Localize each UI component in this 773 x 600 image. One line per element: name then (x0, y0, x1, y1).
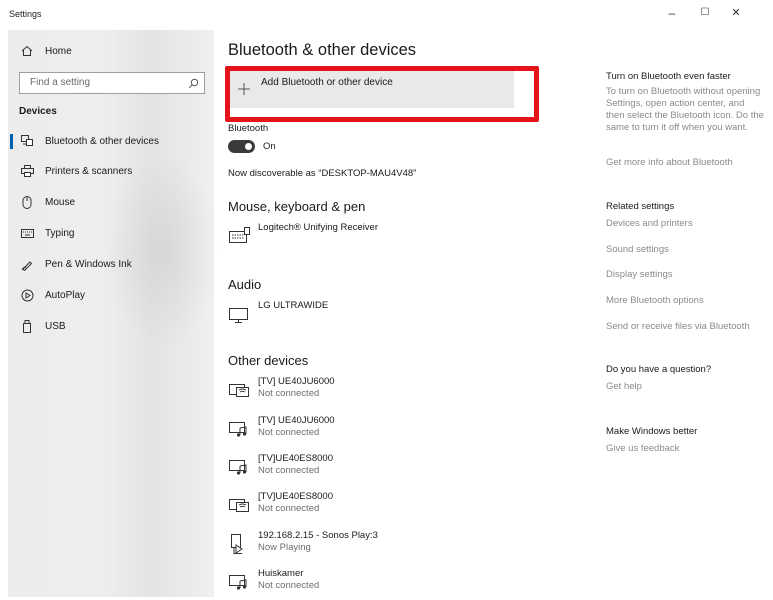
minimize-button[interactable]: – (660, 6, 684, 20)
devices-and-printers-link[interactable]: Devices and printers (606, 218, 693, 229)
search-input[interactable] (28, 76, 182, 89)
bluetooth-label: Bluetooth (228, 123, 269, 134)
sidebar-item-bluetooth[interactable]: Bluetooth & other devices (8, 128, 214, 154)
sidebar-item-label: AutoPlay (45, 289, 86, 301)
usb-icon (20, 319, 34, 333)
pen-icon (20, 257, 34, 271)
device-status: Not connected (258, 465, 320, 476)
send-receive-files-link[interactable]: Send or receive files via Bluetooth (606, 321, 750, 332)
add-device-button[interactable]: Add Bluetooth or other device (230, 70, 514, 108)
sidebar-item-pen[interactable]: Pen & Windows Ink (8, 251, 214, 277)
more-bluetooth-options-link[interactable]: More Bluetooth options (606, 295, 704, 306)
bluetooth-state: On (263, 141, 276, 152)
home-icon (20, 44, 34, 58)
sidebar-item-home[interactable]: Home (8, 38, 214, 64)
discoverable-text: Now discoverable as “DESKTOP-MAU4V48” (228, 168, 417, 179)
sidebar-item-label: Home (45, 45, 72, 57)
network-tv-icon (228, 379, 252, 399)
device-tv-ue40es8000-1[interactable]: [TV]UE40ES8000 Not connected (228, 453, 488, 485)
device-name: 192.168.2.15 - Sonos Play:3 (258, 530, 378, 541)
monitor-icon (228, 303, 252, 323)
bluetooth-info-link[interactable]: Get more info about Bluetooth (606, 157, 733, 168)
sidebar-item-label: USB (45, 320, 66, 332)
search-icon (188, 76, 199, 94)
device-logitech-receiver[interactable]: Logitech® Unifying Receiver (228, 222, 488, 254)
display-settings-link[interactable]: Display settings (606, 269, 673, 280)
section-audio: Audio (228, 277, 262, 292)
device-tv-ue40ju6000-1[interactable]: [TV] UE40JU6000 Not connected (228, 376, 488, 408)
device-name: [TV] UE40JU6000 (258, 415, 335, 426)
give-feedback-link[interactable]: Give us feedback (606, 443, 679, 454)
device-tv-ue40es8000-2[interactable]: [TV]UE40ES8000 Not connected (228, 491, 488, 523)
media-device-icon (228, 418, 252, 438)
get-help-link[interactable]: Get help (606, 381, 642, 392)
device-tv-ue40ju6000-2[interactable]: [TV] UE40JU6000 Not connected (228, 415, 488, 447)
device-lg-ultrawide[interactable]: LG ULTRAWIDE (228, 300, 488, 332)
speaker-play-icon (228, 533, 252, 554)
device-huiskamer[interactable]: Huiskamer Not connected (228, 568, 488, 600)
sidebar-item-label: Mouse (45, 196, 76, 208)
device-name: [TV] UE40JU6000 (258, 376, 335, 387)
sidebar-item-label: Bluetooth & other devices (45, 135, 159, 147)
maximize-button[interactable]: ☐ (693, 7, 717, 18)
sidebar-item-label: Printers & scanners (45, 165, 133, 177)
add-device-label: Add Bluetooth or other device (261, 77, 393, 88)
bluetooth-toggle[interactable] (228, 140, 255, 153)
section-label-devices: Devices (19, 106, 57, 117)
network-tv-icon (228, 494, 252, 514)
printer-icon (20, 164, 34, 178)
section-mouse-keyboard-pen: Mouse, keyboard & pen (228, 199, 366, 214)
tip-text: To turn on Bluetooth without opening Set… (606, 86, 764, 133)
device-name: [TV]UE40ES8000 (258, 453, 333, 464)
plus-icon (236, 81, 252, 102)
device-status: Not connected (258, 388, 320, 399)
mouse-icon (20, 195, 34, 209)
media-device-icon (228, 456, 252, 476)
title-bar: Settings – ☐ ✕ (0, 0, 773, 32)
tip-heading: Turn on Bluetooth even faster (606, 71, 731, 82)
sidebar-item-autoplay[interactable]: AutoPlay (8, 282, 214, 308)
sidebar-item-mouse[interactable]: Mouse (8, 189, 214, 215)
device-name: Logitech® Unifying Receiver (258, 222, 379, 233)
sound-settings-link[interactable]: Sound settings (606, 244, 669, 255)
device-status: Not connected (258, 503, 320, 514)
device-status: Not connected (258, 427, 320, 438)
sidebar: Home Devices Bluetooth & other devices P… (8, 30, 218, 597)
device-status: Not connected (258, 580, 320, 591)
close-button[interactable]: ✕ (724, 6, 748, 19)
bluetooth-devices-icon (20, 134, 34, 148)
toggle-knob (245, 143, 252, 150)
keyboard-device-icon (228, 225, 252, 245)
sidebar-item-usb[interactable]: USB (8, 313, 214, 339)
question-heading: Do you have a question? (606, 364, 712, 375)
related-settings-heading: Related settings (606, 201, 675, 212)
device-name: Huiskamer (258, 568, 304, 579)
device-name: LG ULTRAWIDE (258, 300, 329, 311)
media-device-icon (228, 571, 252, 591)
device-sonos-play3[interactable]: 192.168.2.15 - Sonos Play:3 Now Playing (228, 530, 488, 562)
autoplay-icon (20, 288, 34, 302)
sidebar-item-printers[interactable]: Printers & scanners (8, 158, 214, 184)
search-box[interactable] (19, 72, 205, 94)
window-title: Settings (9, 9, 42, 19)
feedback-heading: Make Windows better (606, 426, 698, 437)
page-title: Bluetooth & other devices (228, 41, 417, 59)
sidebar-item-typing[interactable]: Typing (8, 220, 214, 246)
sidebar-item-label: Pen & Windows Ink (45, 258, 132, 270)
device-name: [TV]UE40ES8000 (258, 491, 333, 502)
keyboard-icon (20, 226, 34, 240)
section-other-devices: Other devices (228, 353, 309, 368)
sidebar-item-label: Typing (45, 227, 75, 239)
device-status: Now Playing (258, 542, 311, 553)
